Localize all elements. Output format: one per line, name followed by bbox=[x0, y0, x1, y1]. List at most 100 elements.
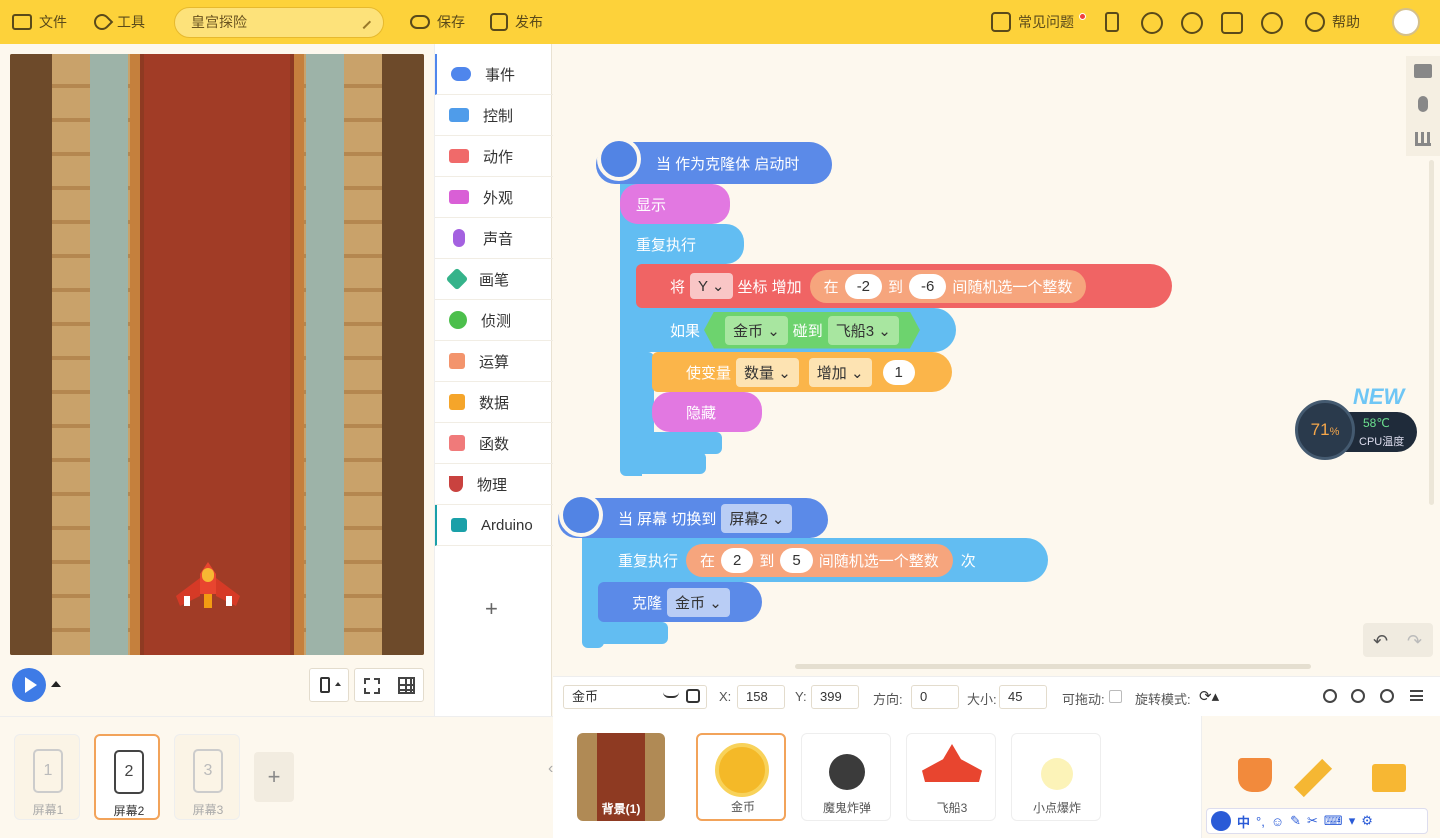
stage-canvas[interactable] bbox=[10, 54, 424, 655]
sprite-dropdown[interactable]: 金币 ⌄ bbox=[725, 316, 788, 345]
size-input[interactable]: 45 bbox=[999, 685, 1047, 709]
rotation-mode-dropdown[interactable]: ⟳▴ bbox=[1199, 687, 1219, 705]
repeat-forever-block[interactable]: 重复执行 bbox=[620, 224, 744, 264]
user-avatar[interactable] bbox=[1392, 8, 1420, 36]
shirt-icon[interactable] bbox=[1414, 64, 1432, 78]
category-physics[interactable]: 物理 bbox=[435, 464, 553, 505]
gear-icon[interactable] bbox=[1261, 12, 1283, 34]
clone-block[interactable]: 克隆 金币 ⌄ bbox=[598, 582, 762, 622]
direction-label: 方向: bbox=[873, 692, 903, 707]
screen-thumb-1[interactable]: 1 屏幕1 bbox=[14, 734, 80, 820]
paint-icon[interactable] bbox=[1293, 758, 1333, 798]
category-sensing[interactable]: 侦测 bbox=[435, 300, 553, 341]
touching-condition[interactable]: 金币 ⌄ 碰到 飞船3 ⌄ bbox=[704, 312, 920, 349]
random2-from-input[interactable]: 2 bbox=[721, 547, 754, 573]
music-icon[interactable] bbox=[1238, 758, 1272, 792]
fullscreen-icon[interactable] bbox=[364, 678, 380, 694]
microphone-icon[interactable] bbox=[1418, 96, 1428, 112]
show-block[interactable]: 显示 bbox=[620, 184, 730, 224]
bag-icon[interactable] bbox=[1221, 12, 1243, 34]
variable-dropdown[interactable]: 数量 ⌄ bbox=[736, 357, 799, 387]
settings-icon[interactable]: ⚙ bbox=[1361, 813, 1373, 829]
y-input[interactable]: 399 bbox=[811, 685, 859, 709]
handwrite-icon[interactable]: ✎ bbox=[1290, 813, 1301, 829]
category-motion[interactable]: 动作 bbox=[435, 136, 553, 177]
change-coordinate-block[interactable]: 将 Y ⌄ 坐标 增加 在 -2 到 -6 间随机选一个整数 bbox=[636, 264, 1172, 308]
lock-rotate-icon[interactable] bbox=[686, 689, 700, 703]
variable-amount-input[interactable]: 1 bbox=[882, 359, 915, 385]
bar-chart-icon[interactable] bbox=[1415, 132, 1431, 146]
new-badge: NEW bbox=[1353, 384, 1405, 409]
undo-icon[interactable]: ↶ bbox=[1373, 631, 1388, 652]
sprite-thumb-bomb[interactable]: 魔鬼炸弹 bbox=[801, 733, 891, 821]
punctuation-icon[interactable]: °, bbox=[1256, 814, 1265, 829]
ime-logo-icon[interactable] bbox=[1211, 811, 1231, 831]
category-functions[interactable]: 函数 bbox=[435, 423, 553, 464]
hide-block[interactable]: 隐藏 bbox=[652, 392, 762, 432]
project-name-input[interactable]: 皇宫探险 bbox=[174, 7, 384, 38]
zoom-reset-icon[interactable] bbox=[1351, 689, 1365, 703]
screen-thumb-3[interactable]: 3 屏幕3 bbox=[174, 734, 240, 820]
screen-thumb-2[interactable]: 2 屏幕2 bbox=[94, 734, 160, 820]
zoom-out-icon[interactable] bbox=[1323, 689, 1337, 703]
random-int-reporter-2[interactable]: 在 2 到 5 间随机选一个整数 bbox=[686, 543, 953, 577]
zoom-in-icon[interactable] bbox=[1380, 689, 1394, 703]
category-arduino[interactable]: Arduino bbox=[435, 505, 553, 546]
spaceship-sprite[interactable] bbox=[174, 560, 242, 612]
extensions-icon[interactable] bbox=[1181, 12, 1203, 34]
change-variable-block[interactable]: 使变量 数量 ⌄ 增加 ⌄ 1 bbox=[652, 352, 952, 392]
tools-menu[interactable]: 工具 bbox=[90, 0, 145, 44]
category-operators[interactable]: 运算 bbox=[435, 341, 553, 382]
hat-label: 当 作为克隆体 启动时 bbox=[656, 155, 800, 173]
axis-dropdown[interactable]: Y ⌄ bbox=[690, 273, 733, 299]
random-to-input[interactable]: -6 bbox=[909, 273, 947, 299]
redo-icon[interactable]: ↷ bbox=[1407, 631, 1422, 652]
publish-button[interactable]: 发布 bbox=[490, 0, 543, 44]
direction-input[interactable]: 0 bbox=[911, 685, 959, 709]
sprite-thumb-coin[interactable]: 金币 bbox=[696, 733, 786, 821]
category-sound[interactable]: 声音 bbox=[435, 218, 553, 259]
emoji-icon[interactable]: ☺ bbox=[1271, 814, 1284, 829]
workspace-vertical-scrollbar[interactable] bbox=[1429, 160, 1434, 505]
sprite-thumb-ship[interactable]: 飞船3 bbox=[906, 733, 996, 821]
play-options-caret[interactable] bbox=[51, 681, 61, 687]
ime-language-toggle[interactable]: 中 bbox=[1237, 812, 1250, 831]
category-events[interactable]: 事件 bbox=[435, 54, 553, 95]
draggable-checkbox[interactable] bbox=[1109, 690, 1122, 703]
stage-wall-right bbox=[382, 54, 424, 655]
scissors-icon[interactable]: ✂ bbox=[1307, 813, 1318, 829]
category-control[interactable]: 控制 bbox=[435, 95, 553, 136]
x-input[interactable]: 158 bbox=[737, 685, 785, 709]
screen-dropdown[interactable]: 屏幕2 ⌄ bbox=[721, 503, 793, 533]
repeat-n-times-block[interactable]: 重复执行 在 2 到 5 间随机选一个整数 次 bbox=[582, 538, 1048, 582]
help-button[interactable]: 帮助 bbox=[1305, 0, 1360, 44]
file-menu[interactable]: 文件 bbox=[12, 0, 67, 44]
skin-icon[interactable]: ▾ bbox=[1349, 813, 1356, 829]
target-dropdown[interactable]: 飞船3 ⌄ bbox=[828, 316, 899, 345]
robot-icon[interactable] bbox=[1141, 12, 1163, 34]
category-pen[interactable]: 画笔 bbox=[435, 259, 553, 300]
save-button[interactable]: 保存 bbox=[410, 0, 465, 44]
grid-icon[interactable] bbox=[398, 677, 415, 694]
random2-to-input[interactable]: 5 bbox=[780, 547, 813, 573]
mobile-icon[interactable] bbox=[1105, 12, 1119, 32]
keyboard-icon[interactable]: ⌨ bbox=[1324, 813, 1343, 829]
workspace-horizontal-scrollbar[interactable] bbox=[795, 664, 1311, 669]
device-selector-button[interactable] bbox=[309, 668, 349, 702]
sprite-thumb-explosion[interactable]: 小点爆炸 bbox=[1011, 733, 1101, 821]
random-from-input[interactable]: -2 bbox=[844, 273, 883, 299]
add-category-button[interactable]: + bbox=[485, 596, 498, 622]
clone-target-dropdown[interactable]: 金币 ⌄ bbox=[667, 587, 730, 617]
category-label: 数据 bbox=[479, 394, 510, 412]
operation-dropdown[interactable]: 增加 ⌄ bbox=[808, 357, 872, 387]
category-data[interactable]: 数据 bbox=[435, 382, 553, 423]
add-screen-button[interactable]: + bbox=[254, 752, 294, 802]
faq-button[interactable]: 常见问题 bbox=[991, 0, 1086, 44]
category-looks[interactable]: 外观 bbox=[435, 177, 553, 218]
folder-add-icon[interactable] bbox=[1372, 764, 1406, 792]
menu-icon[interactable] bbox=[1410, 690, 1423, 701]
random-int-reporter[interactable]: 在 -2 到 -6 间随机选一个整数 bbox=[809, 269, 1087, 303]
if-block[interactable]: 如果 金币 ⌄ 碰到 飞船3 ⌄ bbox=[636, 308, 956, 352]
play-button[interactable] bbox=[12, 668, 46, 702]
background-thumb[interactable]: 背景(1) bbox=[577, 733, 665, 821]
